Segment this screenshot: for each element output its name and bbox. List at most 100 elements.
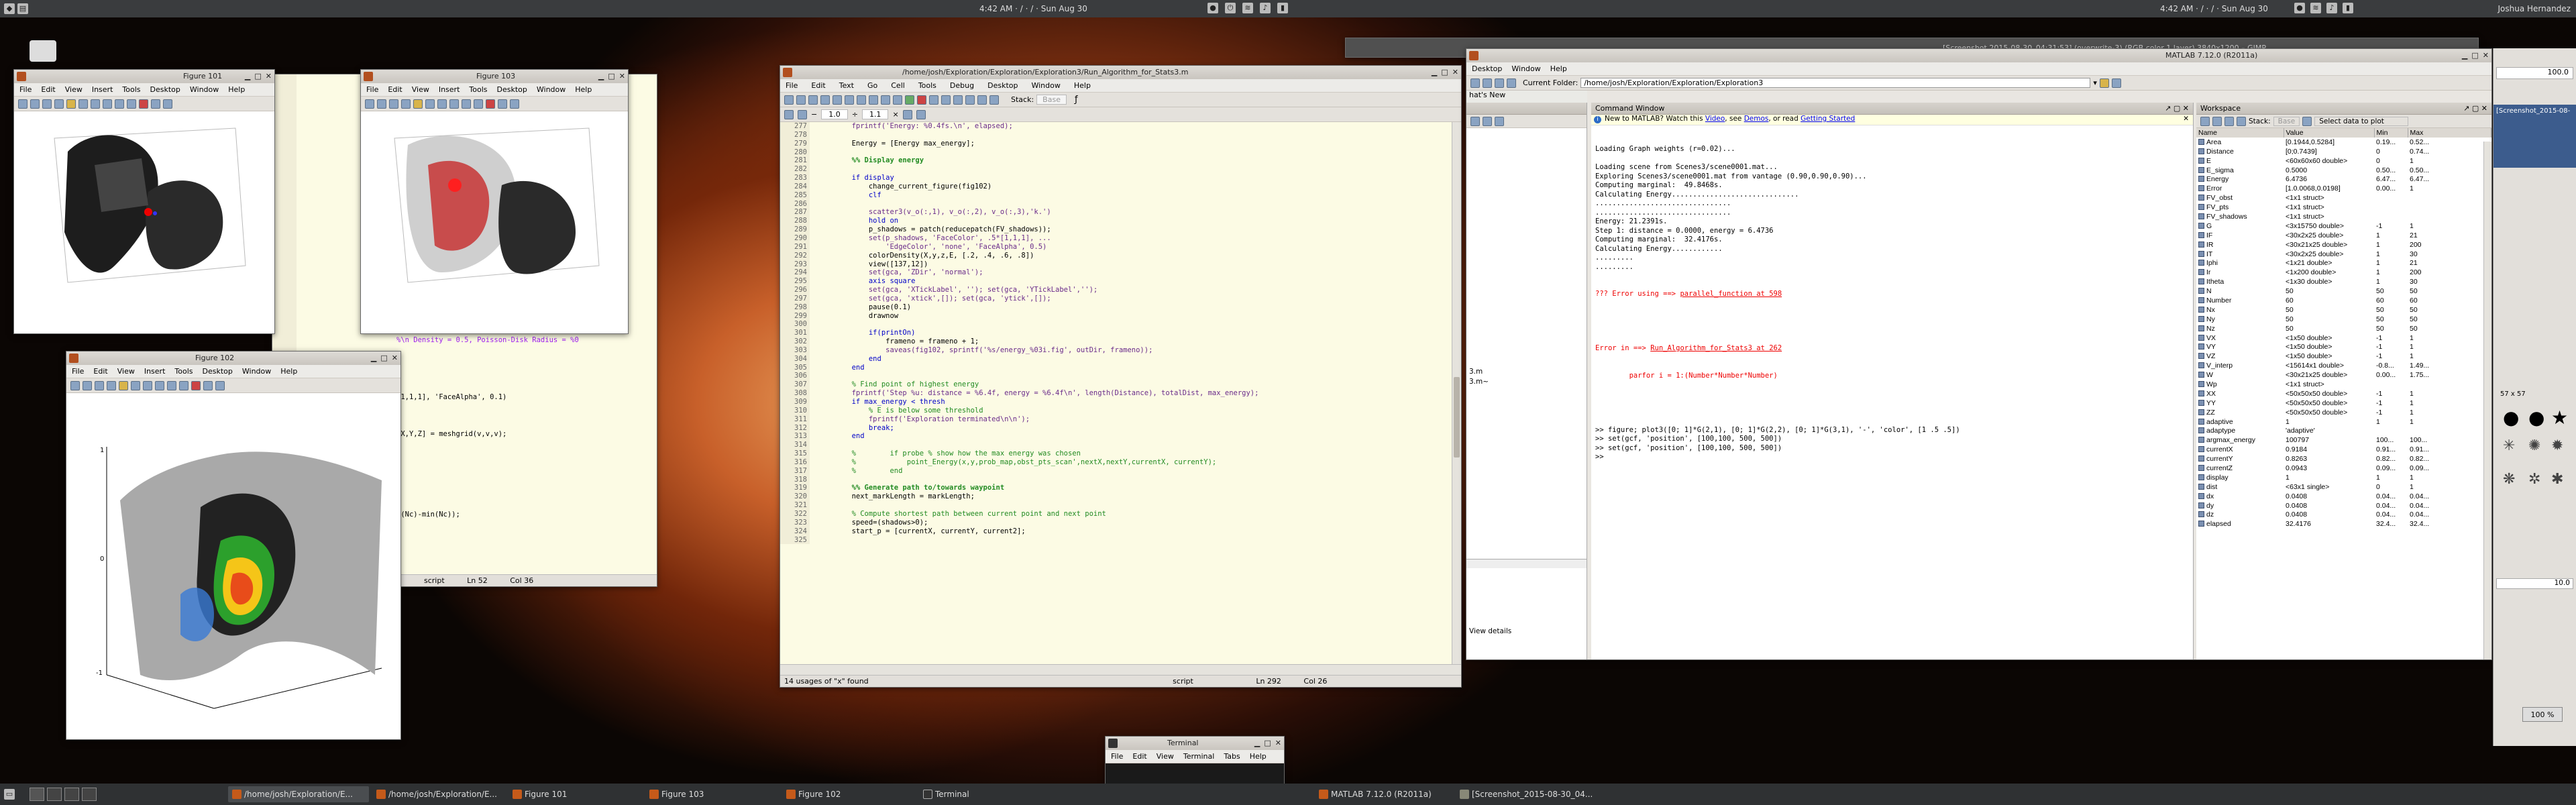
minimize-icon[interactable]: ▁ — [1432, 66, 1437, 79]
menu-help[interactable]: Help — [1250, 752, 1267, 761]
cell-increment-value[interactable]: 1.1 — [861, 109, 889, 119]
zoom-out-icon[interactable] — [437, 99, 447, 109]
record-icon[interactable]: ● — [1208, 3, 1218, 13]
battery-icon[interactable]: ▮ — [1277, 3, 1288, 13]
brush-star-icon[interactable]: ★ — [2551, 407, 2568, 429]
wifi-icon[interactable]: ≋ — [2310, 3, 2321, 13]
workspace-row[interactable]: display 1 1 1 — [2196, 473, 2491, 482]
menu-desktop[interactable]: Desktop — [987, 81, 1018, 90]
menu-window[interactable]: Window — [242, 367, 271, 376]
browse-folder-icon[interactable] — [2099, 78, 2109, 88]
folder-file-item[interactable]: 3.m~ — [1469, 378, 1489, 386]
code-line[interactable]: set(gca, 'xtick',[]); set(gca, 'ytick',[… — [818, 294, 1452, 303]
exit-debug-icon[interactable] — [977, 95, 987, 105]
taskbar-item[interactable]: Figure 102 — [782, 786, 916, 802]
figure101-axes[interactable] — [14, 111, 274, 333]
workspace-row[interactable]: IR <30x21x25 double> 1 200 — [2196, 240, 2491, 250]
code-line[interactable]: if max_energy < thresh — [818, 398, 1452, 407]
menu-view[interactable]: View — [65, 85, 83, 94]
workspace-row[interactable]: Number 60 60 60 — [2196, 296, 2491, 305]
menu-edit[interactable]: Edit — [388, 85, 402, 94]
workspace-row[interactable]: VZ <1x50 double> -1 1 — [2196, 352, 2491, 361]
back-icon[interactable] — [1470, 116, 1480, 126]
save-icon[interactable] — [808, 95, 818, 105]
code-line[interactable]: fprintf('Exploration terminated\n\n'); — [818, 415, 1452, 424]
menu-insert[interactable]: Insert — [439, 85, 460, 94]
workspace-table[interactable]: Name Value Min Max Area [0.1944,0.5284] 0.… — [2196, 128, 2491, 529]
step-icon[interactable] — [929, 95, 938, 105]
workspace-row[interactable]: Ny 50 50 50 — [2196, 315, 2491, 324]
close-icon[interactable]: ✕ — [1275, 737, 1281, 750]
minimize-icon[interactable]: ▁ — [1254, 737, 1260, 750]
menu-insert[interactable]: Insert — [92, 85, 113, 94]
terminal-titlebar[interactable]: Terminal ▁ □ ✕ — [1106, 737, 1284, 750]
taskbar-item[interactable]: Figure 101 — [508, 786, 643, 802]
brush-splatter-icon[interactable]: ✳ — [2503, 437, 2515, 454]
colorbar-icon[interactable] — [151, 99, 160, 109]
step-in-icon[interactable] — [941, 95, 951, 105]
figure102-axes[interactable]: 1 0 -1 — [66, 393, 400, 739]
minimize-icon[interactable]: ▁ — [371, 352, 376, 365]
menu-tabs[interactable]: Tabs — [1224, 752, 1240, 761]
open-variable-icon[interactable] — [2212, 116, 2222, 126]
code-line[interactable]: if(printOn) — [818, 329, 1452, 337]
taskbar-item[interactable]: Terminal — [919, 786, 1053, 802]
menu-window[interactable]: Window — [537, 85, 566, 94]
code-line[interactable]: hold on — [818, 217, 1452, 225]
zoom-in-icon[interactable] — [425, 99, 435, 109]
workspace-row[interactable]: VY <1x50 double> -1 1 — [2196, 342, 2491, 352]
pointer-icon[interactable] — [413, 99, 423, 109]
details-divider[interactable] — [1466, 559, 1587, 568]
code-line[interactable]: set(gca, 'ZDir', 'normal'); — [818, 268, 1452, 277]
pointer-icon[interactable] — [119, 380, 128, 390]
menu-view[interactable]: View — [117, 367, 135, 376]
workspace-switcher[interactable] — [30, 788, 97, 801]
legend-icon[interactable] — [510, 99, 519, 109]
scrollbar-thumb[interactable] — [1454, 377, 1460, 458]
print-icon[interactable] — [881, 95, 890, 105]
record-icon[interactable]: ● — [2294, 3, 2305, 13]
decrement-icon[interactable]: − — [811, 110, 817, 119]
close-icon[interactable]: ✕ — [2483, 49, 2489, 62]
breakpoint-icon[interactable] — [917, 95, 926, 105]
applications-menu-icon[interactable]: ◆ — [4, 3, 15, 14]
power-icon[interactable]: ⏻ — [1225, 3, 1236, 13]
code-line[interactable]: p_shadows = patch(reducepatch(FV_shadows… — [818, 225, 1452, 234]
workspace-row[interactable]: dist <63x1 single> 0 1 — [2196, 482, 2491, 492]
menu-file[interactable]: File — [1111, 752, 1123, 761]
menu-desktop[interactable]: Desktop — [497, 85, 527, 94]
brush-circle-icon[interactable]: ● — [2503, 407, 2519, 429]
save-icon[interactable] — [389, 99, 398, 109]
simulink-icon[interactable] — [1470, 78, 1480, 88]
code-line[interactable]: if display — [818, 174, 1452, 182]
run-icon[interactable] — [905, 95, 914, 105]
brush-icon[interactable] — [191, 380, 201, 390]
maximize-icon[interactable]: □ — [608, 70, 614, 83]
code-line[interactable] — [818, 200, 1452, 209]
brush-circle-icon[interactable]: ● — [2528, 407, 2544, 429]
code-line[interactable] — [818, 476, 1452, 484]
close-icon[interactable]: ✕ — [266, 70, 272, 83]
zoom-in-icon[interactable] — [131, 380, 140, 390]
menu-edit[interactable]: Edit — [1132, 752, 1146, 761]
workspace-4[interactable] — [82, 788, 97, 801]
workspace-row[interactable]: YY <50x50x50 double> -1 1 — [2196, 398, 2491, 408]
gimp-spacing-value[interactable]: 10.0 — [2496, 578, 2573, 589]
new-figure-icon[interactable] — [18, 99, 28, 109]
code-line[interactable]: pause(0.1) — [818, 303, 1452, 312]
editor-scrollbar[interactable] — [1452, 122, 1461, 664]
workspace-row[interactable]: Iphi <1x21 double> 1 21 — [2196, 258, 2491, 268]
panel-clock-right[interactable]: 4:42 AM · / · / · Sun Aug 30 — [2160, 4, 2268, 13]
workspace-row[interactable]: FV_pts <1x1 struct> — [2196, 203, 2491, 212]
workspace-row[interactable]: Area [0.1944,0.5284] 0.19... 0.52... — [2196, 138, 2491, 147]
pane-controls-icon[interactable]: ↗ ▢ ✕ — [2463, 103, 2487, 114]
code-line[interactable]: start_p = [currentX, currentY, current2]… — [818, 527, 1452, 536]
menu-help[interactable]: Help — [280, 367, 297, 376]
code-body[interactable]: fprintf('Energy: %0.4fs.\n', elapsed); E… — [818, 122, 1452, 544]
workspace-row[interactable]: adaptive 1 1 1 — [2196, 417, 2491, 427]
workspace-row[interactable]: ZZ <50x50x50 double> -1 1 — [2196, 408, 2491, 417]
workspace-row[interactable]: dy 0.0408 0.04... 0.04... — [2196, 501, 2491, 511]
workspace-row[interactable]: Distance [0;0.7439] 0 0.74... — [2196, 147, 2491, 156]
menu-desktop[interactable]: Desktop — [1472, 64, 1502, 73]
menu-desktop[interactable]: Desktop — [203, 367, 233, 376]
